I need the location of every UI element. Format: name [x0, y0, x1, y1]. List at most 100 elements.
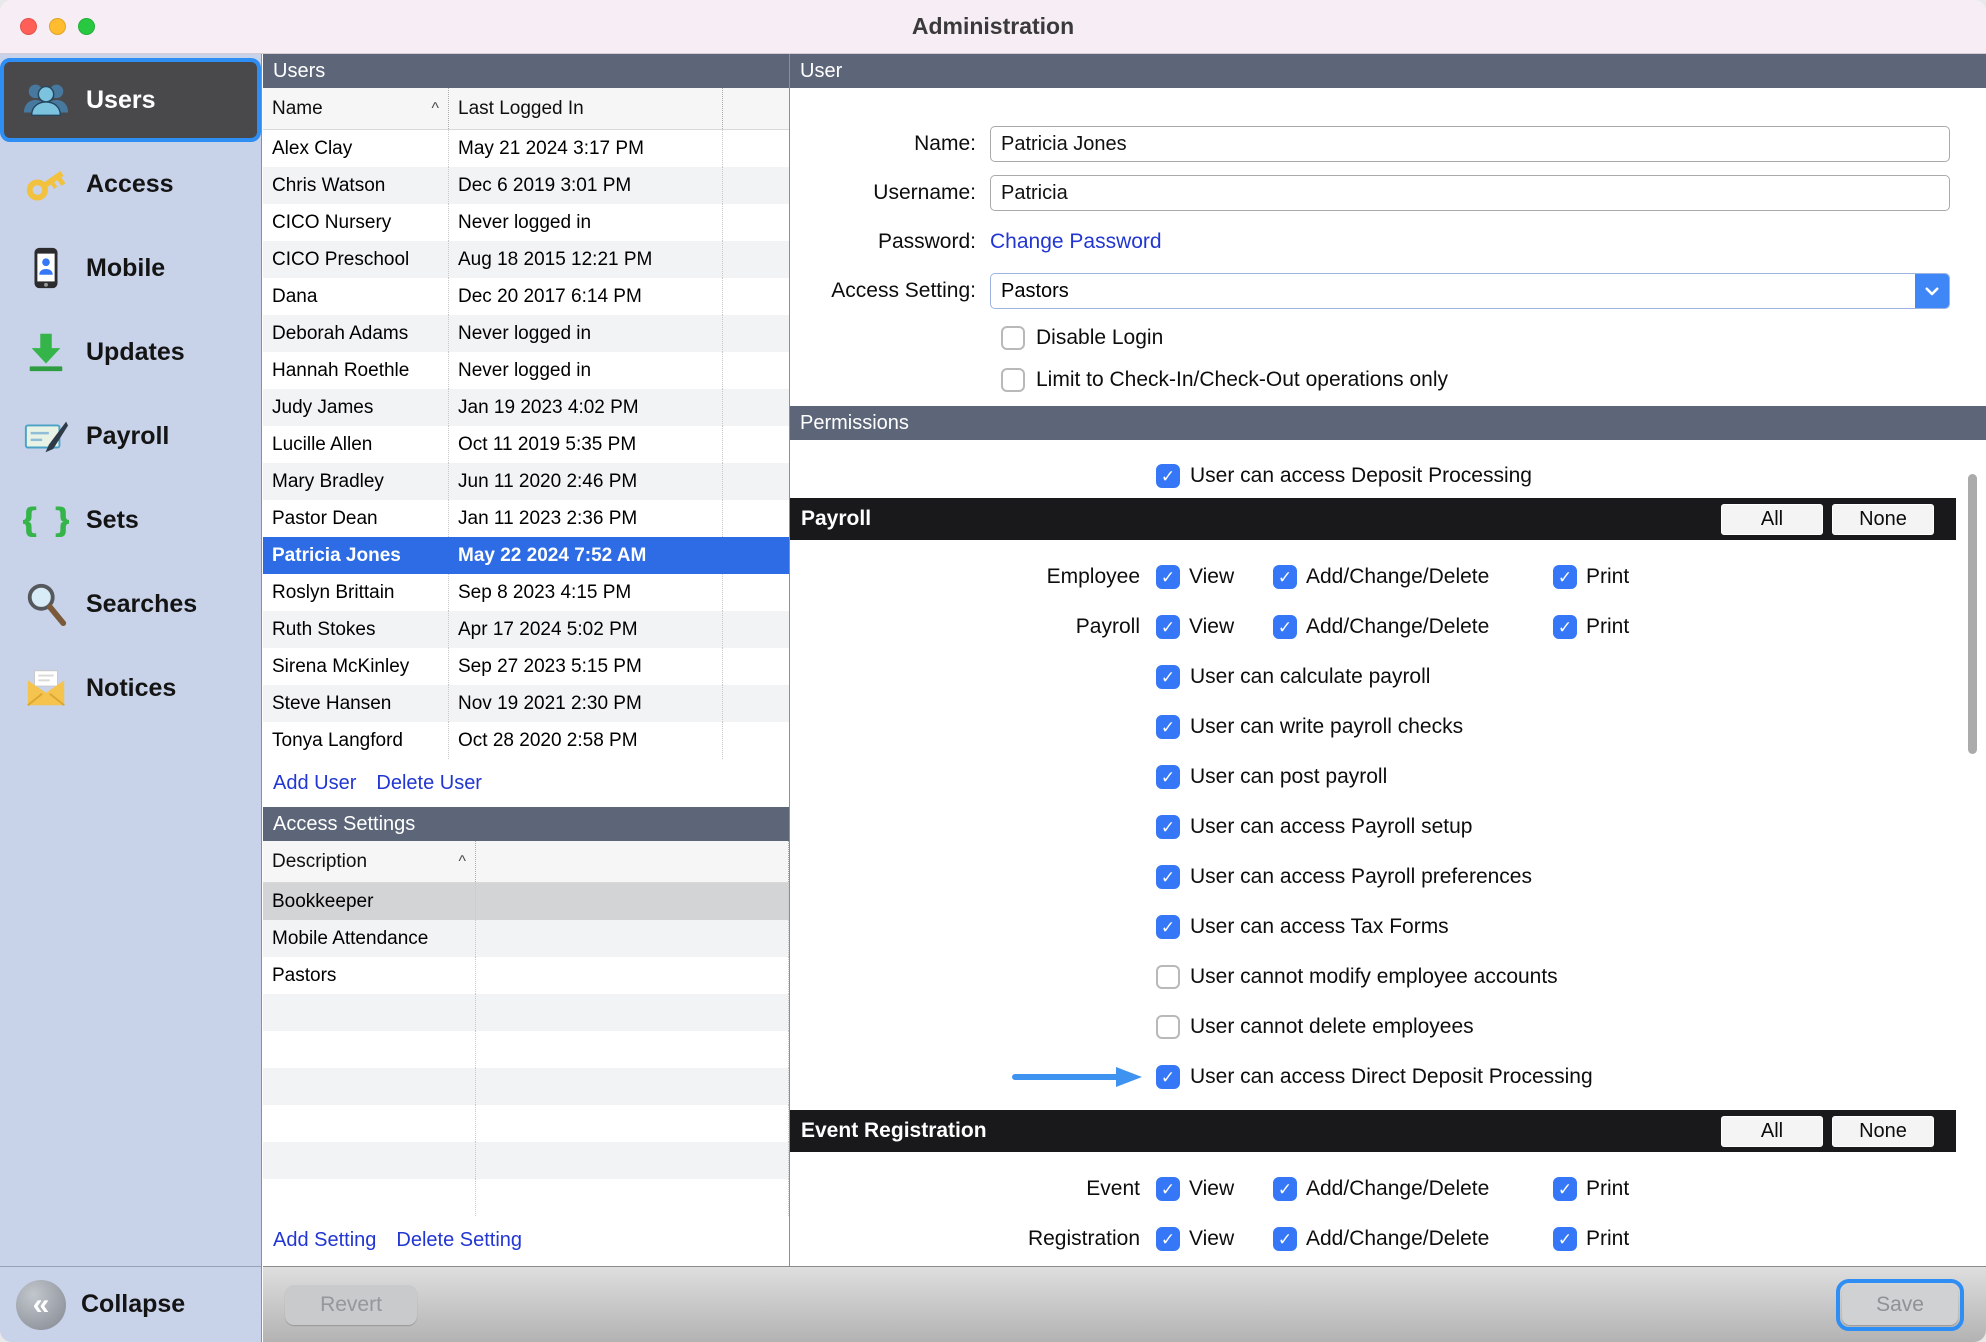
user-last-login-cell: Never logged in	[449, 315, 723, 352]
users-column-last-logged-in[interactable]: Last Logged In	[449, 88, 723, 129]
event-all-button[interactable]: All	[1721, 1116, 1823, 1147]
sidebar-item-payroll[interactable]: Payroll	[0, 394, 261, 478]
access-setting-empty-row	[263, 1142, 789, 1179]
add-setting-link[interactable]: Add Setting	[273, 1229, 376, 1252]
user-name-cell: CICO Nursery	[263, 204, 449, 241]
access-setting-value: Pastors	[1001, 280, 1069, 303]
print-checkbox[interactable]: ✓	[1553, 615, 1577, 639]
user-last-login-cell: Jun 11 2020 2:46 PM	[449, 463, 723, 500]
user-form: Name: Username: Password: Change Passwor…	[790, 88, 1986, 396]
disable-login-checkbox[interactable]	[1001, 326, 1025, 350]
key-icon	[22, 160, 70, 208]
view-checkbox[interactable]: ✓	[1156, 565, 1180, 589]
user-row[interactable]: Dana Dec 20 2017 6:14 PM	[263, 278, 789, 315]
user-last-login-cell: May 22 2024 7:52 AM	[449, 537, 723, 574]
sidebar-item-updates[interactable]: Updates	[0, 310, 261, 394]
close-window-button[interactable]	[20, 18, 37, 35]
user-row[interactable]: Deborah Adams Never logged in	[263, 315, 789, 352]
access-setting-select[interactable]: Pastors	[990, 273, 1950, 309]
name-input[interactable]	[990, 126, 1950, 162]
permission-label: User can post payroll	[1190, 765, 1387, 789]
users-column-gutter	[723, 88, 789, 129]
access-setting-row[interactable]: Pastors	[263, 957, 789, 994]
sidebar-item-access[interactable]: Access	[0, 142, 261, 226]
permission-checkbox[interactable]: ✓	[1156, 815, 1180, 839]
user-row[interactable]: Tonya Langford Oct 28 2020 2:58 PM	[263, 722, 789, 759]
user-row[interactable]: Sirena McKinley Sep 27 2023 5:15 PM	[263, 648, 789, 685]
add-change-delete-checkbox[interactable]: ✓	[1273, 615, 1297, 639]
user-row[interactable]: Judy James Jan 19 2023 4:02 PM	[263, 389, 789, 426]
limit-checkin-checkout-checkbox[interactable]	[1001, 368, 1025, 392]
delete-user-link[interactable]: Delete User	[376, 772, 482, 795]
view-checkbox[interactable]: ✓	[1156, 1177, 1180, 1201]
payroll-all-button[interactable]: All	[1721, 504, 1823, 535]
user-name-cell: Roslyn Brittain	[263, 574, 449, 611]
print-checkbox[interactable]: ✓	[1553, 1227, 1577, 1251]
access-setting-empty-row	[263, 994, 789, 1031]
users-table-header: Name ^ Last Logged In	[263, 88, 789, 130]
access-settings-actions: Add Setting Delete Setting	[263, 1216, 789, 1264]
user-row[interactable]: CICO Preschool Aug 18 2015 12:21 PM	[263, 241, 789, 278]
user-row[interactable]: Steve Hansen Nov 19 2021 2:30 PM	[263, 685, 789, 722]
permission-label: User can access Tax Forms	[1190, 915, 1449, 939]
sidebar-item-users[interactable]: Users	[0, 58, 261, 142]
permission-checkbox[interactable]: ✓	[1156, 915, 1180, 939]
user-row[interactable]: Ruth Stokes Apr 17 2024 5:02 PM	[263, 611, 789, 648]
user-row[interactable]: Hannah Roethle Never logged in	[263, 352, 789, 389]
collapse-button[interactable]: « Collapse	[0, 1266, 261, 1342]
scrollbar-thumb[interactable]	[1968, 474, 1977, 754]
access-column-description[interactable]: Description ^	[263, 841, 476, 882]
password-label: Password:	[790, 230, 990, 254]
user-row[interactable]: Roslyn Brittain Sep 8 2023 4:15 PM	[263, 574, 789, 611]
view-checkbox[interactable]: ✓	[1156, 615, 1180, 639]
add-change-delete-checkbox[interactable]: ✓	[1273, 1227, 1297, 1251]
access-setting-description: Pastors	[263, 957, 476, 994]
sidebar-item-searches[interactable]: Searches	[0, 562, 261, 646]
sidebar-item-label: Notices	[86, 674, 176, 703]
save-button[interactable]: Save	[1842, 1285, 1958, 1325]
user-row[interactable]: Patricia Jones May 22 2024 7:52 AM	[263, 537, 789, 574]
print-checkbox[interactable]: ✓	[1553, 1177, 1577, 1201]
access-setting-row[interactable]: Mobile Attendance	[263, 920, 789, 957]
users-column-name[interactable]: Name ^	[263, 88, 449, 129]
permission-matrix-row: Employee ✓View ✓Add/Change/Delete ✓Print	[790, 552, 1956, 602]
sidebar-item-notices[interactable]: Notices	[0, 646, 261, 730]
user-row[interactable]: Lucille Allen Oct 11 2019 5:35 PM	[263, 426, 789, 463]
permission-checkbox[interactable]	[1156, 1015, 1180, 1039]
download-icon	[22, 328, 70, 376]
sidebar-item-mobile[interactable]: Mobile	[0, 226, 261, 310]
user-row[interactable]: Alex Clay May 21 2024 3:17 PM	[263, 130, 789, 167]
permission-checkbox[interactable]: ✓	[1156, 765, 1180, 789]
change-password-link[interactable]: Change Password	[990, 230, 1162, 254]
revert-button[interactable]: Revert	[285, 1285, 417, 1325]
deposit-processing-checkbox[interactable]: ✓	[1156, 464, 1180, 488]
permission-checkbox[interactable]: ✓	[1156, 715, 1180, 739]
delete-setting-link[interactable]: Delete Setting	[396, 1229, 522, 1252]
username-input[interactable]	[990, 175, 1950, 211]
users-table-body: Alex Clay May 21 2024 3:17 PM Chris Wats…	[263, 130, 789, 759]
minimize-window-button[interactable]	[49, 18, 66, 35]
permission-checkbox[interactable]: ✓	[1156, 665, 1180, 689]
user-row[interactable]: CICO Nursery Never logged in	[263, 204, 789, 241]
sidebar-item-label: Searches	[86, 590, 197, 619]
add-change-delete-checkbox[interactable]: ✓	[1273, 1177, 1297, 1201]
view-checkbox[interactable]: ✓	[1156, 1227, 1180, 1251]
permission-checkbox[interactable]: ✓	[1156, 1065, 1180, 1089]
user-row[interactable]: Chris Watson Dec 6 2019 3:01 PM	[263, 167, 789, 204]
user-row[interactable]: Pastor Dean Jan 11 2023 2:36 PM	[263, 500, 789, 537]
permission-checkbox[interactable]	[1156, 965, 1180, 989]
add-user-link[interactable]: Add User	[273, 772, 356, 795]
print-checkbox[interactable]: ✓	[1553, 565, 1577, 589]
payroll-none-button[interactable]: None	[1832, 504, 1934, 535]
magnifier-icon	[22, 580, 70, 628]
access-setting-row[interactable]: Bookkeeper	[263, 883, 789, 920]
permission-checkbox[interactable]: ✓	[1156, 865, 1180, 889]
sidebar-item-sets[interactable]: { } Sets	[0, 478, 261, 562]
event-none-button[interactable]: None	[1832, 1116, 1934, 1147]
add-change-delete-checkbox[interactable]: ✓	[1273, 565, 1297, 589]
user-row[interactable]: Mary Bradley Jun 11 2020 2:46 PM	[263, 463, 789, 500]
user-last-login-cell: Apr 17 2024 5:02 PM	[449, 611, 723, 648]
user-name-cell: Chris Watson	[263, 167, 449, 204]
zoom-window-button[interactable]	[78, 18, 95, 35]
sidebar-item-label: Users	[86, 86, 156, 115]
